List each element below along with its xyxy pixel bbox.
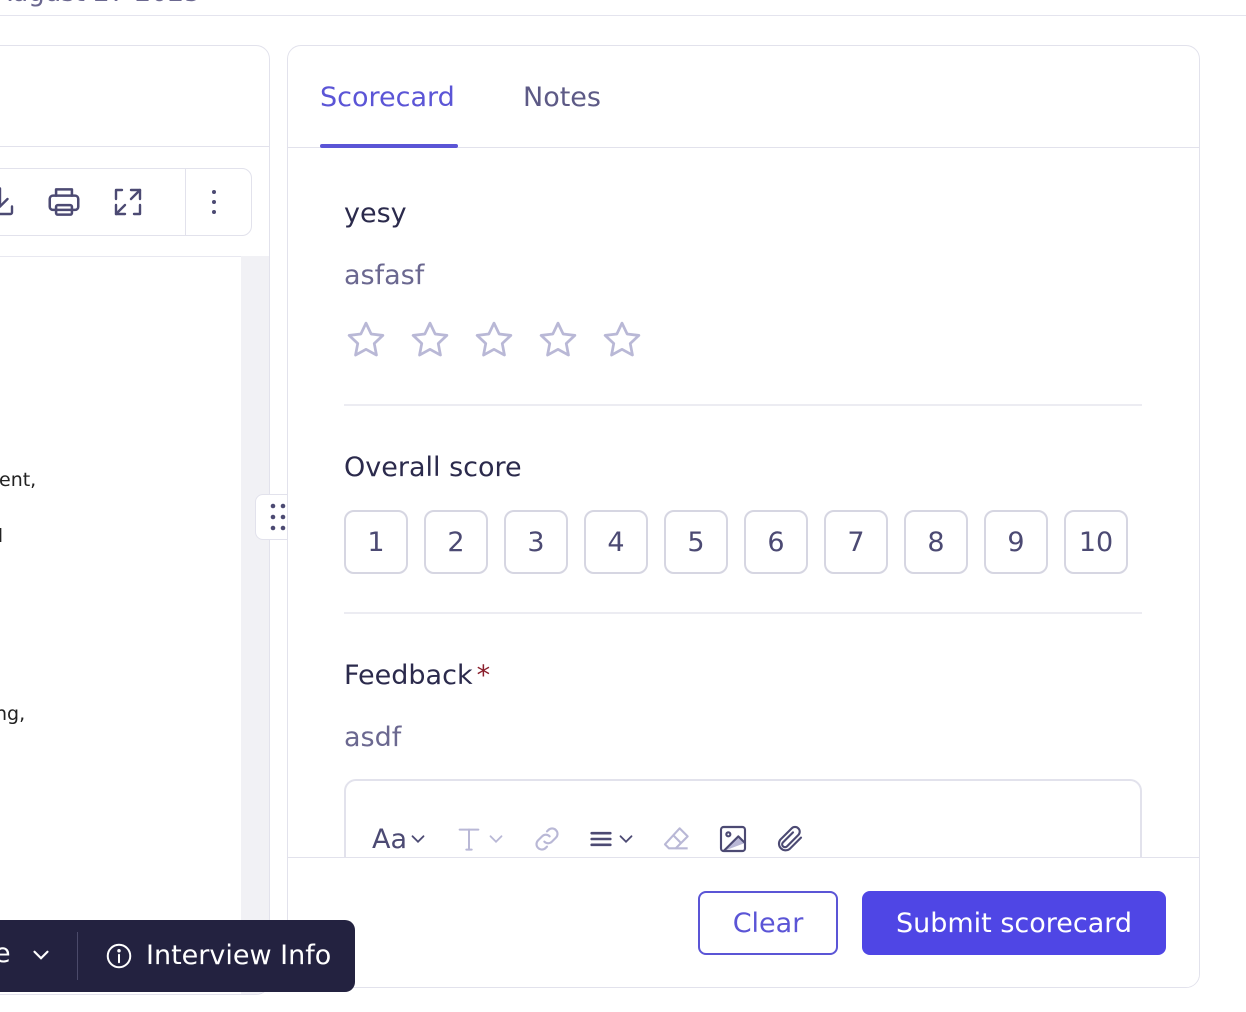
document-page: ent, d ng, <box>0 256 241 994</box>
score-option-2[interactable]: 2 <box>424 510 488 574</box>
chevron-down-icon <box>619 835 633 844</box>
tab-scorecard[interactable]: Scorecard <box>320 82 455 113</box>
question-description: asfasf <box>344 260 425 291</box>
editor-toolbar: Aa <box>372 819 829 857</box>
download-button[interactable] <box>0 169 28 235</box>
bottom-bar-dropdown-label[interactable]: e <box>0 938 11 969</box>
text-type-icon <box>458 828 480 851</box>
tab-notes[interactable]: Notes <box>523 82 601 113</box>
star-icon[interactable] <box>344 318 388 362</box>
feedback-description: asdf <box>344 722 402 753</box>
scorecard-footer: Clear Submit scorecard <box>288 857 1199 987</box>
feedback-title: Feedback * <box>344 660 490 691</box>
star-icon[interactable] <box>600 318 644 362</box>
scorecard-content: yesy asfasf Overall score 1 2 3 4 5 6 7 … <box>288 148 1199 857</box>
bottom-bar-separator <box>77 932 78 980</box>
interview-date: August 27 2025 <box>0 0 201 8</box>
score-option-8[interactable]: 8 <box>904 510 968 574</box>
panel-tabs: Scorecard Notes <box>288 46 1199 148</box>
fullscreen-button[interactable] <box>100 169 156 235</box>
eraser-icon <box>663 827 689 850</box>
score-option-7[interactable]: 7 <box>824 510 888 574</box>
required-marker: * <box>476 660 491 691</box>
viewer-header-divider <box>0 146 269 147</box>
score-option-1[interactable]: 1 <box>344 510 408 574</box>
star-icon[interactable] <box>408 318 452 362</box>
overall-score-options: 1 2 3 4 5 6 7 8 9 10 <box>344 510 1128 574</box>
clear-format-button[interactable] <box>661 819 693 857</box>
star-icon[interactable] <box>536 318 580 362</box>
more-vertical-icon <box>212 190 216 214</box>
interview-info-label: Interview Info <box>146 940 332 971</box>
printer-icon <box>48 188 80 216</box>
viewer-toolbar <box>0 168 252 236</box>
overall-score-title: Overall score <box>344 452 522 483</box>
document-text-line: d <box>0 525 3 547</box>
font-style-label: Aa <box>372 823 408 855</box>
more-options-button[interactable] <box>186 169 242 235</box>
star-rating <box>344 318 644 362</box>
insert-image-button[interactable] <box>717 819 749 857</box>
score-option-3[interactable]: 3 <box>504 510 568 574</box>
chevron-down-icon <box>411 835 425 844</box>
chevron-down-icon[interactable] <box>28 942 54 968</box>
font-style-dropdown[interactable]: Aa <box>372 819 429 857</box>
document-text-line: ng, <box>0 703 26 725</box>
chevron-down-icon <box>489 835 503 844</box>
text-size-dropdown[interactable] <box>453 819 507 857</box>
info-icon <box>106 943 132 968</box>
section-divider <box>344 612 1142 614</box>
document-viewer-panel: ent, d ng, <box>0 45 270 995</box>
score-option-10[interactable]: 10 <box>1064 510 1128 574</box>
score-option-4[interactable]: 4 <box>584 510 648 574</box>
feedback-editor[interactable]: Aa <box>344 779 1142 857</box>
interview-info-button[interactable]: Interview Info <box>104 940 331 971</box>
image-icon <box>719 825 747 853</box>
paperclip-icon <box>777 825 803 852</box>
link-icon <box>535 827 559 851</box>
section-divider <box>344 404 1142 406</box>
interview-bottom-bar: e Interview Info <box>0 920 355 992</box>
align-icon <box>590 831 612 847</box>
clear-button[interactable]: Clear <box>698 891 838 955</box>
submit-scorecard-button[interactable]: Submit scorecard <box>862 891 1166 955</box>
question-title: yesy <box>344 198 407 229</box>
download-icon <box>0 187 14 216</box>
align-dropdown[interactable] <box>587 819 637 857</box>
document-scrollbar[interactable] <box>241 256 269 994</box>
scorecard-panel: Scorecard Notes yesy asfasf Overall scor… <box>287 45 1200 988</box>
document-text-line: ent, <box>0 469 37 491</box>
attach-file-button[interactable] <box>773 819 805 857</box>
feedback-title-text: Feedback <box>344 660 473 691</box>
print-button[interactable] <box>36 169 92 235</box>
insert-link-button[interactable] <box>531 819 563 857</box>
drag-dots-icon <box>270 503 286 531</box>
score-option-6[interactable]: 6 <box>744 510 808 574</box>
expand-icon <box>114 188 142 216</box>
score-option-5[interactable]: 5 <box>664 510 728 574</box>
header-divider <box>0 15 1246 16</box>
star-icon[interactable] <box>472 318 516 362</box>
score-option-9[interactable]: 9 <box>984 510 1048 574</box>
